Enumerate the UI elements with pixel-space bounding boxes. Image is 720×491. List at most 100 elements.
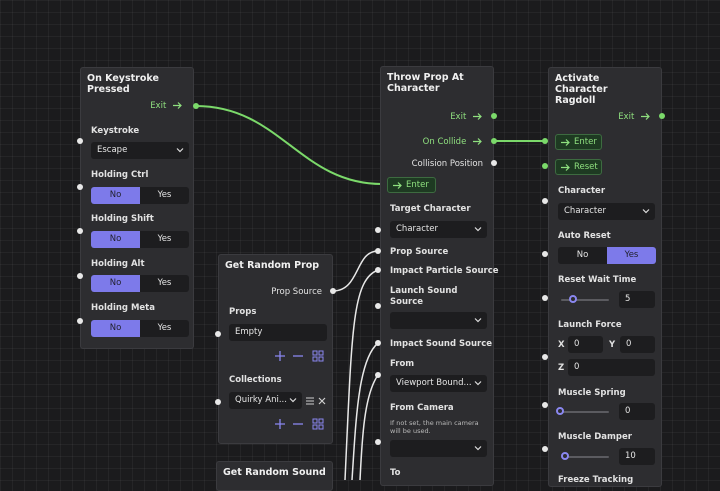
launch-force-z-field[interactable]: 0	[568, 359, 655, 376]
launch-force-y-field[interactable]: 0	[620, 336, 655, 353]
exit-output[interactable]: Exit	[150, 101, 183, 111]
throw-from-pin[interactable]	[375, 372, 381, 378]
collision-position-output[interactable]: Collision Position	[412, 159, 483, 169]
muscle-spring-field[interactable]: 0	[619, 403, 655, 420]
holding-shift-toggle[interactable]: No Yes	[91, 231, 189, 248]
from-value: Viewport Bound...	[396, 378, 472, 388]
node-activate-character-ragdoll[interactable]: Activate Character Ragdoll Exit Enter Re…	[548, 67, 662, 487]
props-pin[interactable]	[215, 331, 221, 337]
close-icon[interactable]	[316, 395, 328, 407]
ragdoll-enter-pin[interactable]	[542, 138, 548, 144]
prop-source-label: Prop Source	[390, 247, 449, 257]
menu-icon[interactable]	[304, 395, 316, 407]
throw-exit-pin[interactable]	[491, 113, 497, 119]
keystroke-input-pin[interactable]	[77, 138, 83, 144]
keystroke-select[interactable]: Escape	[91, 142, 189, 159]
throw-from-camera-pin[interactable]	[375, 439, 381, 445]
node-on-keystroke-pressed[interactable]: On Keystroke Pressed Exit Keystroke Esca…	[80, 67, 194, 349]
node-get-random-prop[interactable]: Get Random Prop Prop Source Props Empty …	[218, 254, 333, 444]
toggle-yes[interactable]: Yes	[607, 247, 656, 264]
ragdoll-muscle-spring-pin[interactable]	[542, 402, 548, 408]
chevron-down-icon	[474, 318, 482, 323]
node-throw-prop-at-character[interactable]: Throw Prop At Character Exit On Collide …	[380, 66, 499, 486]
collections-pin[interactable]	[215, 399, 221, 405]
holding-ctrl-toggle[interactable]: No Yes	[91, 187, 189, 204]
remove-icon[interactable]	[292, 350, 304, 362]
muscle-spring-slider-track[interactable]	[561, 411, 609, 413]
muscle-spring-slider-knob[interactable]	[556, 407, 564, 415]
prop-source-output[interactable]: Prop Source	[271, 287, 322, 297]
toggle-yes[interactable]: Yes	[140, 231, 189, 248]
ragdoll-auto-reset-pin[interactable]	[542, 251, 548, 257]
chevron-down-icon	[474, 381, 482, 386]
add-icon[interactable]	[274, 350, 286, 362]
throw-collision-position-pin[interactable]	[491, 160, 497, 166]
reset-input[interactable]: Reset	[555, 159, 602, 175]
reset-wait-field[interactable]: 5	[619, 291, 655, 308]
target-character-label: Target Character	[390, 204, 471, 214]
holding-alt-toggle[interactable]: No Yes	[91, 275, 189, 292]
throw-launch-sound-pin[interactable]	[375, 303, 381, 309]
throw-impact-particle-pin[interactable]	[375, 267, 381, 273]
on-collide-output[interactable]: On Collide	[423, 137, 483, 147]
throw-target-character-pin[interactable]	[375, 227, 381, 233]
auto-reset-toggle[interactable]: No Yes	[558, 247, 656, 264]
chevron-down-icon	[642, 209, 650, 214]
toggle-no[interactable]: No	[558, 247, 607, 264]
node-title: Get Random Prop	[225, 260, 320, 271]
toggle-no[interactable]: No	[91, 320, 140, 337]
character-value: Character	[564, 206, 606, 216]
throw-prop-source-pin[interactable]	[375, 248, 381, 254]
toggle-no[interactable]: No	[91, 187, 140, 204]
collections-select[interactable]: Quirky Ani...	[229, 392, 302, 409]
enter-input[interactable]: Enter	[387, 177, 436, 193]
keystroke-exit-pin[interactable]	[193, 103, 199, 109]
keystroke-value: Escape	[97, 145, 128, 155]
exit-output[interactable]: Exit	[618, 112, 651, 122]
holding-meta-pin[interactable]	[77, 318, 83, 324]
chevron-down-icon	[289, 398, 297, 403]
ragdoll-reset-pin[interactable]	[542, 163, 548, 169]
from-camera-select[interactable]	[390, 440, 487, 457]
grid-icon[interactable]	[312, 418, 324, 430]
throw-impact-sound-pin[interactable]	[375, 340, 381, 346]
holding-meta-toggle[interactable]: No Yes	[91, 320, 189, 337]
muscle-damper-slider-knob[interactable]	[561, 452, 569, 460]
holding-shift-pin[interactable]	[77, 228, 83, 234]
enter-input[interactable]: Enter	[555, 134, 602, 150]
from-select[interactable]: Viewport Bound...	[390, 375, 487, 392]
from-label: From	[390, 359, 415, 369]
target-character-select[interactable]: Character	[390, 221, 487, 238]
ragdoll-character-pin[interactable]	[542, 198, 548, 204]
launch-force-label: Launch Force	[558, 320, 622, 330]
launch-force-x-field[interactable]: 0	[568, 336, 603, 353]
muscle-damper-field[interactable]: 10	[619, 448, 655, 465]
ragdoll-launch-force-pin[interactable]	[542, 354, 548, 360]
holding-ctrl-pin[interactable]	[77, 184, 83, 190]
toggle-yes[interactable]: Yes	[140, 187, 189, 204]
props-field[interactable]: Empty	[229, 324, 327, 341]
remove-icon[interactable]	[292, 418, 304, 430]
freeze-tracking-label: Freeze Tracking	[558, 475, 634, 485]
node-get-random-sound[interactable]: Get Random Sound	[216, 461, 333, 491]
collections-value: Quirky Ani...	[235, 395, 287, 405]
toggle-yes[interactable]: Yes	[140, 275, 189, 292]
holding-alt-pin[interactable]	[77, 273, 83, 279]
ragdoll-reset-wait-pin[interactable]	[542, 295, 548, 301]
toggle-yes[interactable]: Yes	[140, 320, 189, 337]
toggle-no[interactable]: No	[91, 275, 140, 292]
throw-on-collide-pin[interactable]	[491, 138, 497, 144]
chevron-down-icon	[176, 148, 184, 153]
grid-icon[interactable]	[312, 350, 324, 362]
exit-output[interactable]: Exit	[450, 112, 483, 122]
prop-source-pin[interactable]	[330, 288, 336, 294]
x-label: X	[558, 340, 565, 350]
ragdoll-exit-pin[interactable]	[659, 113, 665, 119]
toggle-no[interactable]: No	[91, 231, 140, 248]
arrow-right-icon	[473, 138, 482, 145]
character-select[interactable]: Character	[558, 203, 655, 220]
ragdoll-muscle-damper-pin[interactable]	[542, 446, 548, 452]
reset-wait-slider-knob[interactable]	[569, 295, 577, 303]
add-icon[interactable]	[274, 418, 286, 430]
launch-sound-select[interactable]	[390, 312, 487, 329]
